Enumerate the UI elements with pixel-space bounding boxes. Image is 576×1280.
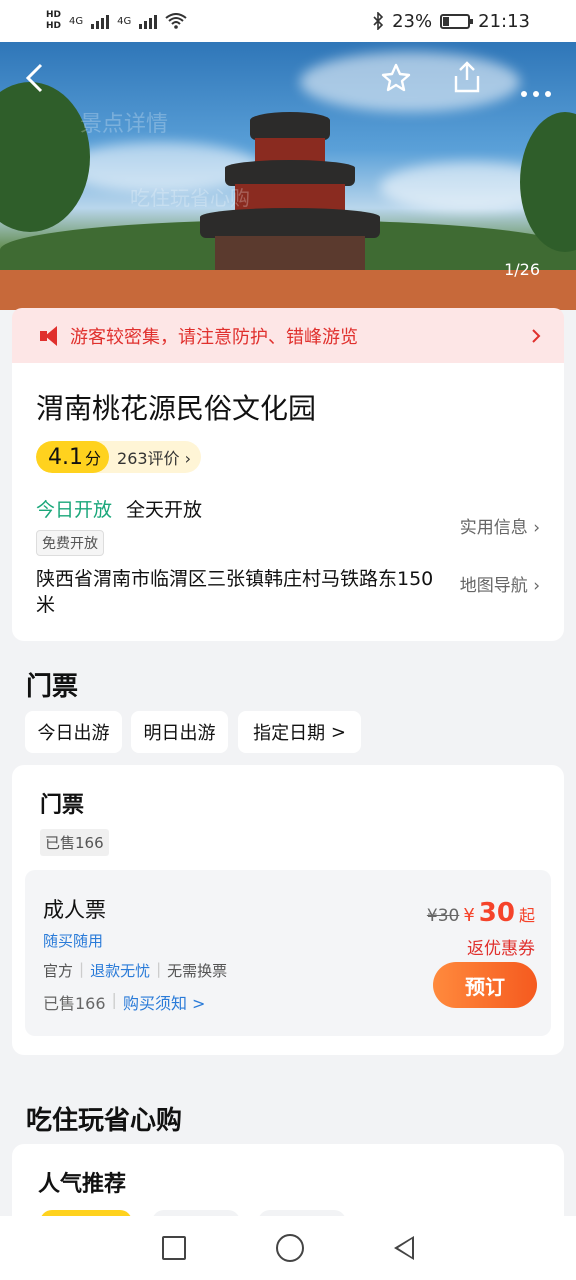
sold-count-tag: 已售166 <box>40 829 109 856</box>
more-icon <box>521 91 551 97</box>
status-right: 23% 21:13 <box>372 11 530 32</box>
current-price: 30 <box>478 898 515 928</box>
tickets-section-title: 门票 <box>26 672 79 702</box>
recommend-title: 人气推荐 <box>38 1172 127 1197</box>
battery-icon <box>440 13 474 29</box>
bluetooth-icon <box>373 12 384 30</box>
address: 陕西省渭南市临渭区三张镇韩庄村马铁路东150米 <box>36 568 434 616</box>
currency-symbol: ¥ <box>463 905 475 926</box>
practical-info-link[interactable]: 实用信息 › <box>460 513 540 538</box>
signal-icon-2 <box>139 13 158 29</box>
open-hours: 全天开放 <box>126 499 203 521</box>
ticket-sold-row: 已售166 | 购买须知 > <box>43 990 206 1014</box>
rating-badge[interactable]: 4.1 分 263评价 › <box>36 441 202 473</box>
date-today-label: 今日出游 <box>37 723 110 744</box>
poi-info-card: 渭南桃花源民俗文化园 4.1 分 263评价 › 今日开放 全天开放 实用信息 … <box>12 363 564 641</box>
original-price: ¥30 <box>426 906 460 926</box>
status-bar: HD HD 4G 4G 23% 21:13 <box>0 0 576 42</box>
price-suffix: 起 <box>518 906 535 925</box>
clock: 21:13 <box>478 10 530 32</box>
coupon-tag: 返优惠券 <box>467 939 535 959</box>
image-counter: 1/26 <box>504 260 540 279</box>
score-value: 4.1 <box>48 444 83 470</box>
ticket-card-title: 门票 <box>40 793 85 818</box>
practical-info-label: 实用信息 <box>459 518 528 538</box>
free-tag: 免费开放 <box>36 530 104 556</box>
back-nav-button[interactable] <box>394 1236 414 1260</box>
more-button[interactable] <box>520 74 552 104</box>
chevron-right-icon <box>532 328 541 343</box>
share-icon <box>454 61 480 93</box>
date-today[interactable]: 今日出游 <box>25 711 122 753</box>
ghost-title: 景点详情 <box>80 112 169 137</box>
system-nav-bar <box>0 1216 576 1280</box>
purchase-notice-link[interactable]: 购买须知 > <box>123 990 206 1014</box>
speaker-icon <box>40 325 62 346</box>
back-button[interactable] <box>24 62 44 100</box>
feature-refund: 退款无忧 <box>90 962 151 980</box>
chevron-right-icon: > <box>330 721 346 743</box>
date-tomorrow-label: 明日出游 <box>143 723 216 744</box>
ticket-sold: 已售166 <box>43 994 106 1013</box>
battery-percent: 23% <box>392 10 433 32</box>
feature-no-exchange: 无需换票 <box>167 962 228 980</box>
ticket-flex-tag: 随买随用 <box>43 932 104 950</box>
network-label-2: 4G <box>117 15 132 27</box>
tree-right <box>520 112 576 252</box>
recents-button[interactable] <box>162 1236 186 1260</box>
date-pick-label: 指定日期 <box>253 723 326 744</box>
hd-label-2: HD <box>46 21 62 31</box>
tree-left <box>0 82 90 232</box>
score-unit: 分 <box>85 449 102 468</box>
ticket-features: 官方 | 退款无忧 | 无需换票 <box>43 960 228 980</box>
share-button[interactable] <box>452 60 482 100</box>
hd-label-1: HD <box>46 10 62 20</box>
hero-image[interactable]: 景点详情 吃住玩省心购 1/26 <box>0 42 576 310</box>
eat-section-title: 吃住玩省心购 <box>26 1106 183 1136</box>
reviews-count: 263评价 <box>117 449 180 468</box>
alert-text: 游客较密集，请注意防护、错峰游览 <box>70 326 358 348</box>
signal-group: HD HD 4G 4G <box>46 10 187 32</box>
poi-title: 渭南桃花源民俗文化园 <box>36 392 317 425</box>
favorite-button[interactable] <box>380 62 412 100</box>
open-today: 今日开放 <box>36 499 113 521</box>
map-nav-link[interactable]: 地图导航 › <box>460 571 540 596</box>
crowd-alert[interactable]: 游客较密集，请注意防护、错峰游览 <box>12 308 564 363</box>
date-pick[interactable]: 指定日期 > <box>238 711 361 753</box>
price: ¥30 ¥30 起 <box>427 898 535 928</box>
score: 4.1 分 <box>36 441 110 473</box>
wifi-icon <box>165 13 187 29</box>
ticket-name: 成人票 <box>43 898 106 922</box>
ground <box>0 270 576 310</box>
date-tomorrow[interactable]: 明日出游 <box>131 711 228 753</box>
ghost-subtitle: 吃住玩省心购 <box>130 186 250 210</box>
home-button[interactable] <box>276 1234 304 1262</box>
book-button[interactable]: 预订 <box>433 962 537 1008</box>
signal-icon <box>91 13 110 29</box>
feature-official: 官方 <box>43 962 74 980</box>
ticket-item[interactable]: 成人票 随买随用 官方 | 退款无忧 | 无需换票 已售166 | 购买须知 >… <box>25 870 551 1036</box>
network-label-1: 4G <box>69 15 84 27</box>
ticket-card: 门票 已售166 成人票 随买随用 官方 | 退款无忧 | 无需换票 已售166… <box>12 765 564 1055</box>
hd-labels: HD HD <box>46 10 61 32</box>
star-icon <box>381 63 411 92</box>
back-arrow-icon <box>25 63 43 93</box>
reviews-link[interactable]: 263评价 › <box>109 445 201 469</box>
map-nav-label: 地图导航 <box>459 576 528 596</box>
recommend-card: 人气推荐 <box>12 1144 564 1234</box>
